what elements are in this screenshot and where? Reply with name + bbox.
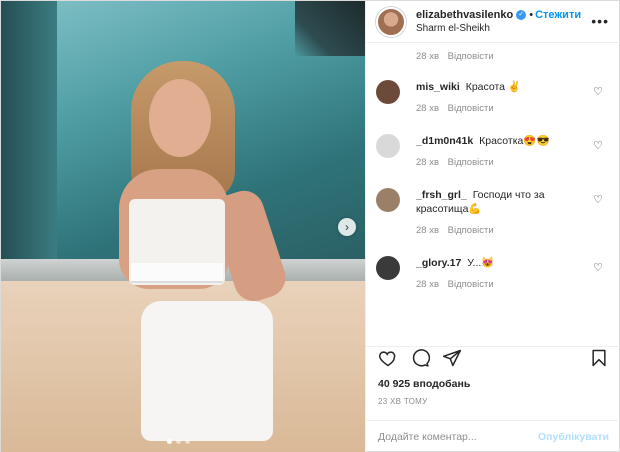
follow-button[interactable]: Стежити [535,8,581,22]
like-heart-icon[interactable] [378,348,398,373]
comment-bubble-icon[interactable] [410,348,431,373]
post-location[interactable]: Sharm el-Sheikh [416,22,581,36]
comment-item: _frsh_grl_ Господи что за красотища💪 28 … [366,188,620,238]
carousel-dot [167,439,172,444]
next-photo-button[interactable]: › [338,218,356,236]
author-avatar[interactable] [376,6,406,37]
comment-item: mis_wiki Красота ✌ 28 хв Відповісти ♡ [366,80,620,116]
post-timestamp: 23 ХВ ТОМУ [378,397,428,406]
photo-shadow [1,1,57,266]
publish-button[interactable]: Опублікувати [538,431,609,443]
like-comment-heart-icon[interactable]: ♡ [593,261,603,274]
comments-list: 28 хв Відповісти mis_wiki Красота ✌ 28 х… [366,43,620,343]
comment-body: _frsh_grl_ Господи что за красотища💪 28 … [416,188,611,238]
commenter-avatar[interactable] [376,134,400,158]
reply-button[interactable]: Відповісти [448,157,494,168]
share-paper-plane-icon[interactable] [442,348,462,373]
verified-badge-icon: ✓ [516,9,527,20]
comment-text: У...😻 [467,257,495,269]
commenter-username[interactable]: _glory.17 [416,257,461,269]
comment-time: 28 хв [416,51,440,62]
bookmark-icon[interactable] [589,348,609,373]
carousel-dot [185,439,190,444]
post-actions-bar [366,346,620,374]
post-photo[interactable]: › [1,1,365,452]
comment-meta: 28 хв Відповісти [416,278,591,292]
comment-body: mis_wiki Красота ✌ 28 хв Відповісти [416,80,611,116]
like-comment-heart-icon[interactable]: ♡ [593,139,603,152]
photo-shorts [141,301,273,441]
photo-top-band [131,263,223,283]
commenter-avatar[interactable] [376,256,400,280]
comment-time: 28 хв [416,279,440,290]
author-username[interactable]: elizabethvasilenko [416,8,513,22]
post-side-panel: elizabethvasilenko ✓ • Стежити Sharm el-… [365,1,620,452]
commenter-username[interactable]: _frsh_grl_ [416,189,467,201]
commenter-avatar[interactable] [376,188,400,212]
comment-input[interactable] [378,431,538,443]
reply-button[interactable]: Відповісти [448,51,494,62]
separator-dot: • [529,8,534,21]
comment-body: _glory.17 У...😻 28 хв Відповісти [416,256,611,292]
photo-corner [295,1,365,56]
comment-meta: 28 хв Відповісти [366,51,620,62]
add-comment-bar: Опублікувати [366,420,620,452]
comment-time: 28 хв [416,157,440,168]
comment-time: 28 хв [416,225,440,236]
instagram-post: › elizabethvasilenko ✓ • Стежити Sharm e… [0,0,620,452]
comment-time: 28 хв [416,103,440,114]
like-comment-heart-icon[interactable]: ♡ [593,85,603,98]
post-header: elizabethvasilenko ✓ • Стежити Sharm el-… [366,1,620,43]
comment-item: _d1m0n41k Красотка😍😎 28 хв Відповісти ♡ [366,134,620,170]
reply-button[interactable]: Відповісти [448,279,494,290]
more-options-icon[interactable]: ••• [591,13,609,29]
comment-meta: 28 хв Відповісти [416,102,591,116]
chevron-right-icon: › [345,220,349,234]
commenter-username[interactable]: _d1m0n41k [416,135,473,147]
comment-text: Красота ✌ [465,81,521,93]
reply-button[interactable]: Відповісти [448,103,494,114]
comment-meta: 28 хв Відповісти [416,156,591,170]
author-info: elizabethvasilenko ✓ • Стежити Sharm el-… [416,8,581,36]
comment-item: _glory.17 У...😻 28 хв Відповісти ♡ [366,256,620,292]
reply-button[interactable]: Відповісти [448,225,494,236]
photo-head [149,79,211,157]
comment-text: Красотка😍😎 [479,135,550,147]
likes-count[interactable]: 40 925 вподобань [378,378,470,390]
author-line: elizabethvasilenko ✓ • Стежити [416,8,581,22]
commenter-username[interactable]: mis_wiki [416,81,460,93]
commenter-avatar[interactable] [376,80,400,104]
like-comment-heart-icon[interactable]: ♡ [593,193,603,206]
carousel-dots [167,439,190,444]
carousel-dot [176,439,181,444]
comment-body: _d1m0n41k Красотка😍😎 28 хв Відповісти [416,134,611,170]
comment-meta: 28 хв Відповісти [416,224,591,238]
